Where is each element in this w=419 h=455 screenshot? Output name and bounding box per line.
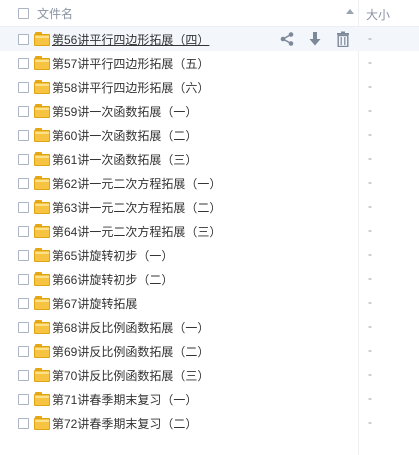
row-checkbox[interactable] bbox=[18, 81, 29, 93]
file-size: - bbox=[368, 79, 372, 93]
folder-icon bbox=[34, 152, 50, 166]
row-checkbox[interactable] bbox=[18, 321, 29, 333]
file-name-link[interactable]: 第60讲一次函数拓展（二） bbox=[52, 127, 197, 144]
row-checkbox[interactable] bbox=[18, 297, 29, 309]
row-checkbox[interactable] bbox=[18, 57, 29, 69]
row-checkbox[interactable] bbox=[18, 393, 29, 405]
file-name-link[interactable]: 第63讲一元二次方程拓展（二） bbox=[52, 199, 221, 216]
column-header-name[interactable]: 文件名 bbox=[37, 5, 73, 22]
select-all-checkbox[interactable] bbox=[18, 7, 29, 19]
folder-icon bbox=[34, 32, 50, 46]
file-name-link[interactable]: 第65讲旋转初步（一） bbox=[52, 247, 173, 264]
file-row[interactable]: 第67讲旋转拓展 - bbox=[0, 291, 419, 315]
file-name-link[interactable]: 第62讲一元二次方程拓展（一） bbox=[52, 175, 221, 192]
file-row[interactable]: 第72讲春季期末复习（二） - bbox=[0, 411, 419, 435]
file-row[interactable]: 第61讲一次函数拓展（三） - bbox=[0, 147, 419, 171]
file-row[interactable]: 第64讲一元二次方程拓展（三） - bbox=[0, 219, 419, 243]
list-header: 文件名 大小 bbox=[0, 0, 419, 27]
folder-icon bbox=[34, 416, 50, 430]
file-row[interactable]: 第68讲反比例函数拓展（一） - bbox=[0, 315, 419, 339]
folder-icon bbox=[34, 248, 50, 262]
file-name-link[interactable]: 第59讲一次函数拓展（一） bbox=[52, 103, 197, 120]
row-actions bbox=[278, 30, 352, 48]
file-name-link[interactable]: 第71讲春季期末复习（一） bbox=[52, 391, 197, 408]
row-checkbox[interactable] bbox=[18, 177, 29, 189]
file-size: - bbox=[368, 247, 372, 261]
file-size: - bbox=[368, 127, 372, 141]
folder-icon bbox=[34, 200, 50, 214]
file-size: - bbox=[368, 367, 372, 381]
row-checkbox[interactable] bbox=[18, 153, 29, 165]
file-row[interactable]: 第63讲一元二次方程拓展（二） - bbox=[0, 195, 419, 219]
folder-icon bbox=[34, 224, 50, 238]
file-size: - bbox=[368, 343, 372, 357]
file-size: - bbox=[368, 199, 372, 213]
file-list: 文件名 大小 第56讲平行四边形拓展（四） - 第57讲平行四边形拓展（五） - 第58… bbox=[0, 0, 419, 455]
file-row[interactable]: 第58讲平行四边形拓展（六） - bbox=[0, 75, 419, 99]
file-size: - bbox=[368, 415, 372, 429]
file-name-link[interactable]: 第70讲反比例函数拓展（三） bbox=[52, 367, 209, 384]
row-checkbox[interactable] bbox=[18, 369, 29, 381]
folder-icon bbox=[34, 128, 50, 142]
delete-icon[interactable] bbox=[334, 30, 352, 48]
folder-icon bbox=[34, 368, 50, 382]
file-size: - bbox=[368, 103, 372, 117]
file-size: - bbox=[368, 175, 372, 189]
file-row[interactable]: 第69讲反比例函数拓展（二） - bbox=[0, 339, 419, 363]
file-row[interactable]: 第71讲春季期末复习（一） - bbox=[0, 387, 419, 411]
file-row[interactable]: 第62讲一元二次方程拓展（一） - bbox=[0, 171, 419, 195]
row-checkbox[interactable] bbox=[18, 33, 29, 45]
file-size: - bbox=[368, 223, 372, 237]
file-name-link[interactable]: 第66讲旋转初步（二） bbox=[52, 271, 173, 288]
file-name-link[interactable]: 第56讲平行四边形拓展（四） bbox=[52, 31, 209, 48]
row-checkbox[interactable] bbox=[18, 105, 29, 117]
row-checkbox[interactable] bbox=[18, 273, 29, 285]
file-name-link[interactable]: 第64讲一元二次方程拓展（三） bbox=[52, 223, 221, 240]
file-name-link[interactable]: 第61讲一次函数拓展（三） bbox=[52, 151, 197, 168]
row-checkbox[interactable] bbox=[18, 417, 29, 429]
folder-icon bbox=[34, 272, 50, 286]
file-size: - bbox=[368, 271, 372, 285]
file-name-link[interactable]: 第57讲平行四边形拓展（五） bbox=[52, 55, 209, 72]
file-row[interactable]: 第60讲一次函数拓展（二） - bbox=[0, 123, 419, 147]
folder-icon bbox=[34, 56, 50, 70]
file-name-link[interactable]: 第68讲反比例函数拓展（一） bbox=[52, 319, 209, 336]
file-size: - bbox=[368, 319, 372, 333]
file-name-link[interactable]: 第67讲旋转拓展 bbox=[52, 295, 137, 312]
row-checkbox[interactable] bbox=[18, 345, 29, 357]
file-row[interactable]: 第57讲平行四边形拓展（五） - bbox=[0, 51, 419, 75]
file-name-link[interactable]: 第58讲平行四边形拓展（六） bbox=[52, 79, 209, 96]
file-size: - bbox=[368, 31, 372, 45]
file-row[interactable]: 第70讲反比例函数拓展（三） - bbox=[0, 363, 419, 387]
folder-icon bbox=[34, 80, 50, 94]
file-size: - bbox=[368, 151, 372, 165]
folder-icon bbox=[34, 320, 50, 334]
row-checkbox[interactable] bbox=[18, 129, 29, 141]
file-size: - bbox=[368, 55, 372, 69]
file-size: - bbox=[368, 391, 372, 405]
download-icon[interactable] bbox=[306, 30, 324, 48]
folder-icon bbox=[34, 104, 50, 118]
share-icon[interactable] bbox=[278, 30, 296, 48]
file-row[interactable]: 第65讲旋转初步（一） - bbox=[0, 243, 419, 267]
file-name-link[interactable]: 第72讲春季期末复习（二） bbox=[52, 415, 197, 432]
file-size: - bbox=[368, 295, 372, 309]
folder-icon bbox=[34, 296, 50, 310]
row-checkbox[interactable] bbox=[18, 201, 29, 213]
file-name-link[interactable]: 第69讲反比例函数拓展（二） bbox=[52, 343, 209, 360]
column-header-size[interactable]: 大小 bbox=[366, 6, 390, 23]
folder-icon bbox=[34, 176, 50, 190]
file-rows: 第56讲平行四边形拓展（四） - 第57讲平行四边形拓展（五） - 第58讲平行四边形拓… bbox=[0, 27, 419, 435]
folder-icon bbox=[34, 392, 50, 406]
file-row[interactable]: 第59讲一次函数拓展（一） - bbox=[0, 99, 419, 123]
file-row[interactable]: 第56讲平行四边形拓展（四） - bbox=[0, 27, 419, 51]
file-row[interactable]: 第66讲旋转初步（二） - bbox=[0, 267, 419, 291]
row-checkbox[interactable] bbox=[18, 225, 29, 237]
row-checkbox[interactable] bbox=[18, 249, 29, 261]
folder-icon bbox=[34, 344, 50, 358]
sort-up-icon[interactable] bbox=[346, 9, 354, 14]
